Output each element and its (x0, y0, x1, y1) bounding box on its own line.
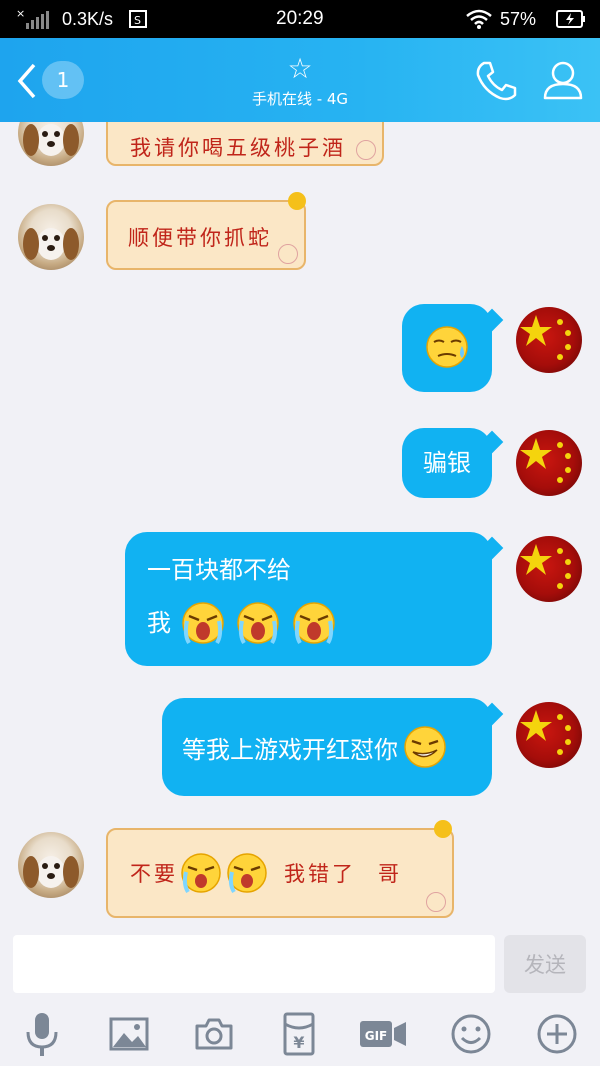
message-input[interactable] (13, 935, 495, 993)
svg-text:GIF: GIF (365, 1029, 388, 1043)
message-text: 我 (147, 609, 171, 637)
microphone-icon[interactable] (14, 1006, 70, 1062)
battery-percent: 57% (500, 9, 537, 29)
contact-avatar[interactable] (18, 204, 84, 270)
seal-stamp-icon (356, 140, 376, 160)
wifi-icon (466, 9, 492, 29)
message-text: 骗银 (423, 449, 471, 477)
svg-text:×: × (16, 9, 25, 20)
screenshot-icon: S (129, 10, 147, 28)
seal-stamp-icon (278, 244, 298, 264)
network-speed: 0.3K/s (62, 9, 114, 29)
profile-icon[interactable] (541, 58, 585, 102)
chat-header: 1 ☆ 手机在线 - 4G (0, 38, 600, 122)
my-avatar[interactable] (516, 702, 582, 768)
battery-icon (556, 10, 585, 28)
camera-icon[interactable] (186, 1006, 242, 1062)
seal-stamp-icon (426, 892, 446, 912)
online-status: 手机在线 - 4G (251, 90, 349, 108)
message-text: 我错了 (284, 862, 356, 886)
my-avatar[interactable] (516, 536, 582, 602)
chat-area[interactable]: 我请你喝五级桃子酒 顺便带你抓蛇 骗银 一百块都不给 我 等我上游戏开红怼你 不… (0, 122, 600, 927)
message-bubble-sent[interactable] (402, 304, 492, 392)
crying-emoji-icon (181, 602, 224, 645)
svg-text:¥: ¥ (293, 1033, 304, 1052)
image-icon[interactable] (101, 1006, 157, 1062)
message-bubble-scroll[interactable]: 不要 我错了 哥 (106, 820, 454, 918)
favorite-star-icon[interactable]: ☆ (284, 52, 316, 85)
send-button[interactable]: 发送 (504, 935, 586, 993)
phone-call-icon[interactable] (474, 59, 518, 103)
gif-icon[interactable]: GIF (356, 1006, 410, 1062)
message-bubble-sent[interactable]: 等我上游戏开红怼你 (162, 698, 492, 796)
message-text: 不要 (130, 862, 178, 886)
my-avatar[interactable] (516, 307, 582, 373)
grinning-smirk-emoji-icon (404, 726, 446, 768)
message-bubble-scroll[interactable]: 顺便带你抓蛇 (106, 192, 306, 270)
contact-avatar[interactable] (18, 832, 84, 898)
clock: 20:29 (276, 8, 324, 29)
my-avatar[interactable] (516, 430, 582, 496)
message-text: 我请你喝五级桃子酒 (130, 136, 346, 160)
signal-icon: × (16, 9, 49, 29)
crying-emoji-icon (293, 602, 335, 645)
crying-emoji-icon (227, 853, 267, 894)
flower-ornament-icon (288, 192, 306, 210)
red-packet-icon[interactable]: ¥ (271, 1006, 327, 1062)
message-bubble-sent[interactable]: 一百块都不给 我 (125, 532, 492, 666)
message-bubble-scroll[interactable]: 我请你喝五级桃子酒 (106, 122, 384, 166)
flower-ornament-icon (434, 820, 452, 838)
unread-count-badge[interactable]: 1 (42, 61, 84, 99)
contact-avatar[interactable] (18, 122, 84, 166)
message-text: 哥 (378, 862, 402, 886)
emoji-icon[interactable] (443, 1006, 499, 1062)
status-bar: × 0.3K/s S 20:29 57% (0, 0, 600, 38)
sweat-smirk-emoji-icon (426, 326, 468, 368)
back-arrow-icon[interactable] (16, 62, 38, 100)
message-text: 等我上游戏开红怼你 (182, 735, 398, 764)
plus-icon[interactable] (529, 1006, 585, 1062)
message-text: 顺便带你抓蛇 (128, 226, 272, 250)
crying-emoji-icon (237, 602, 280, 645)
message-bubble-sent[interactable]: 骗银 (402, 428, 492, 498)
crying-emoji-icon (181, 853, 221, 894)
message-text: 一百块都不给 (147, 556, 291, 584)
svg-text:S: S (134, 14, 141, 27)
